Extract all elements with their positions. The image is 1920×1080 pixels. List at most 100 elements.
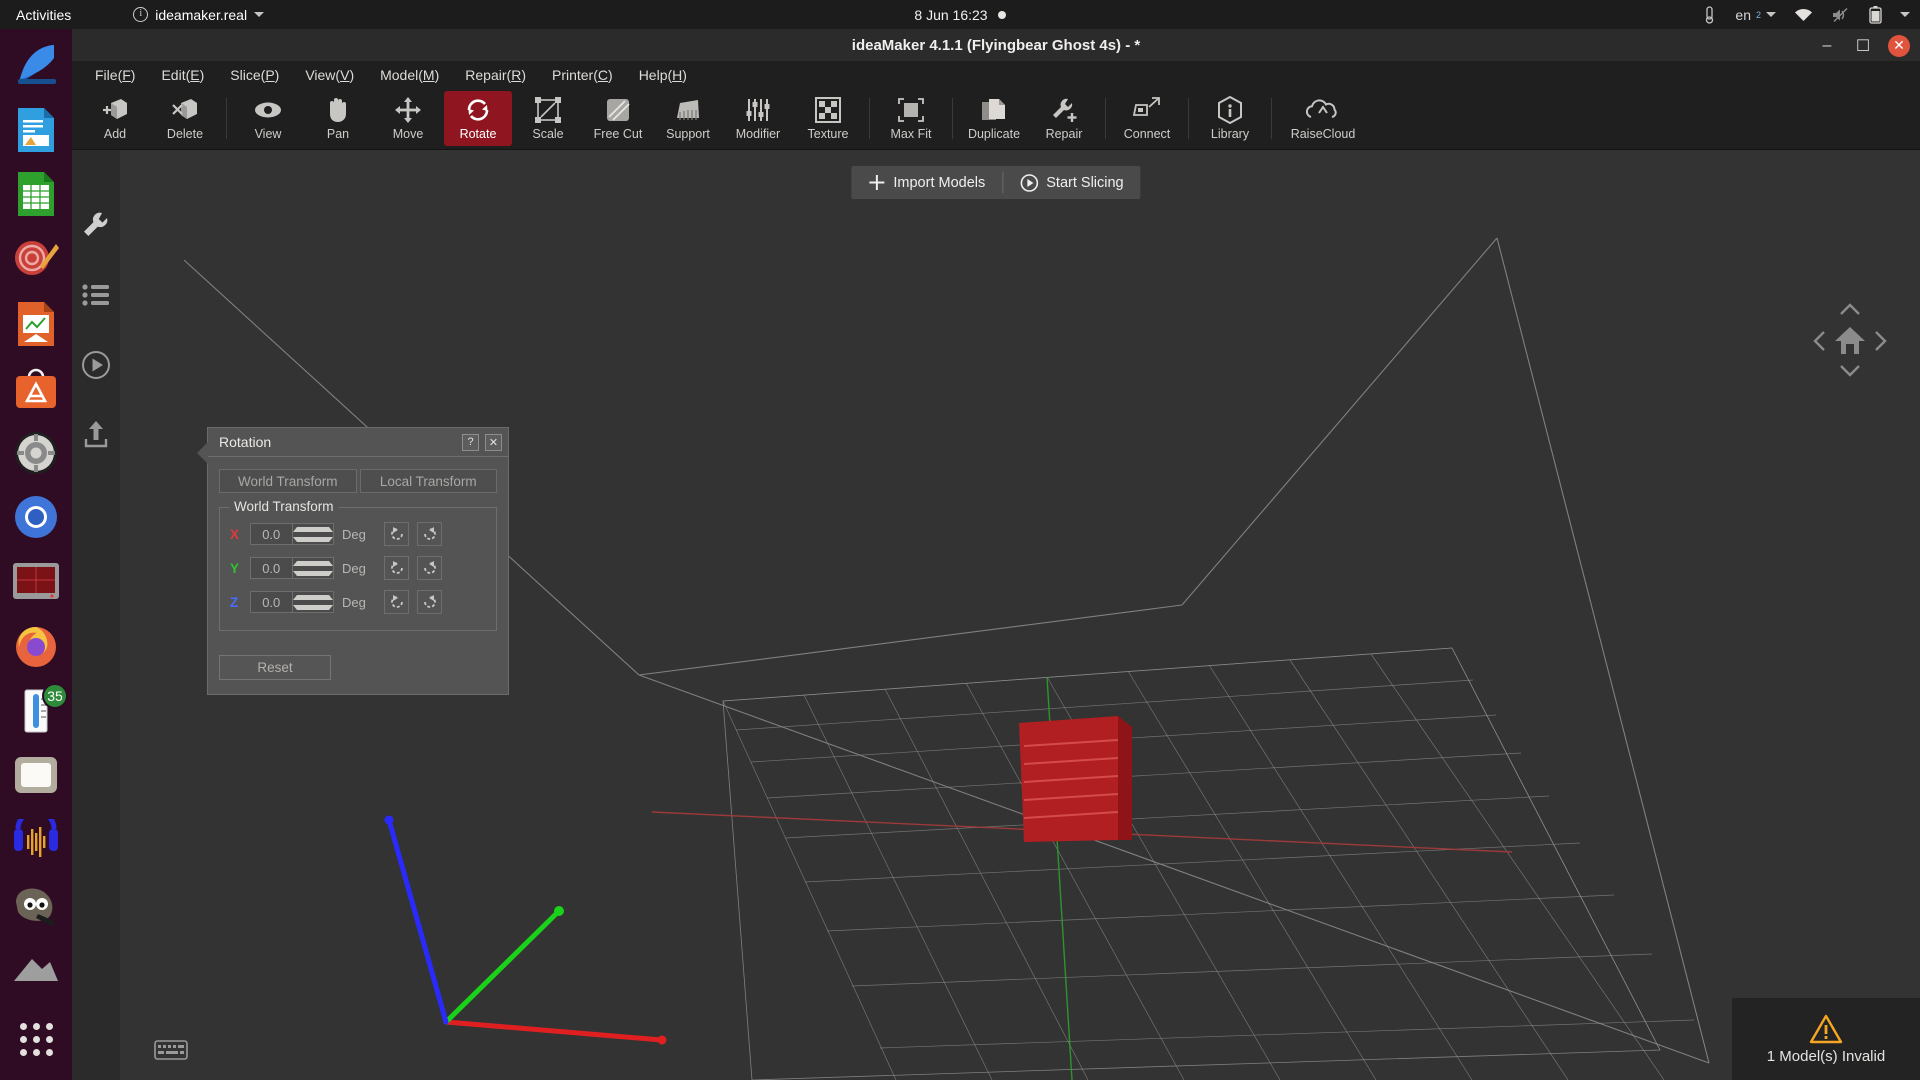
rotation-y-input[interactable]: 0.0 — [250, 557, 334, 579]
stepper-down[interactable] — [292, 568, 333, 578]
dock-item-chromium[interactable] — [10, 493, 62, 542]
tool-modifier[interactable]: Modifier — [724, 91, 792, 146]
view-right-button[interactable] — [1870, 327, 1892, 355]
rotate-x-cw-button[interactable] — [417, 522, 442, 546]
toolbar-separator — [1188, 98, 1189, 139]
dock-item-mountain-app[interactable] — [10, 945, 62, 994]
app-menu-button[interactable]: i ideamaker.real — [133, 7, 265, 23]
rotation-dialog[interactable]: Rotation ? ✕ World Transform Local Trans… — [197, 427, 509, 695]
rail-export-button[interactable] — [81, 420, 111, 450]
help-button[interactable]: ? — [462, 433, 479, 451]
view-home-button[interactable] — [1833, 322, 1867, 358]
stepper-down[interactable] — [292, 534, 333, 544]
menu-file[interactable]: File(F) — [82, 64, 148, 86]
tool-add-label: Add — [103, 127, 127, 141]
3d-viewport[interactable]: Import Models Start Slicing Rotation ? ✕… — [72, 150, 1920, 1080]
tool-pan[interactable]: Pan — [304, 91, 372, 146]
menu-printer[interactable]: Printer(C) — [539, 64, 626, 86]
invalid-model-toast[interactable]: 1 Model(s) Invalid — [1732, 998, 1920, 1080]
tool-scale-label: Scale — [532, 127, 564, 141]
dock-item-gimp[interactable] — [10, 880, 62, 929]
rotation-y-value: 0.0 — [262, 560, 281, 576]
rotate-y-ccw-button[interactable] — [384, 556, 409, 580]
rail-list-button[interactable] — [81, 280, 111, 310]
minimize-button[interactable]: – — [1816, 35, 1838, 57]
dock-item-mail-seal[interactable] — [10, 235, 62, 284]
rail-preview-button[interactable] — [81, 350, 111, 380]
tool-rotate[interactable]: Rotate — [444, 91, 512, 146]
dock-item-firefox[interactable] — [10, 622, 62, 671]
view-down-button[interactable] — [1836, 360, 1864, 382]
tool-repair[interactable]: Repair — [1030, 91, 1098, 146]
tool-duplicate[interactable]: Duplicate — [960, 91, 1028, 146]
start-slicing-button[interactable]: Start Slicing — [1003, 166, 1140, 199]
sliders-icon — [745, 96, 771, 124]
reset-button[interactable]: Reset — [219, 655, 331, 680]
tool-connect[interactable]: Connect — [1113, 91, 1181, 146]
menu-view[interactable]: View(V) — [292, 64, 367, 86]
dock-item-libreoffice-writer[interactable] — [10, 106, 62, 155]
view-up-button[interactable] — [1836, 298, 1864, 320]
tool-library[interactable]: Library — [1196, 91, 1264, 146]
tool-texture[interactable]: Texture — [794, 91, 862, 146]
dock-item-libreoffice-impress[interactable] — [10, 299, 62, 348]
dock-item-wireshark[interactable] — [10, 41, 62, 90]
menu-help-accel: H — [672, 67, 683, 83]
menu-edit[interactable]: Edit(E) — [148, 64, 217, 86]
menu-view-accel: V — [340, 67, 350, 83]
view-navigation-widget[interactable] — [1808, 298, 1892, 382]
clock-button[interactable]: 8 Jun 16:23 — [845, 7, 1075, 23]
dock-item-ubuntu-software[interactable] — [10, 364, 62, 413]
dock-item-thermometer-app[interactable]: 35 — [10, 682, 68, 736]
menu-slice[interactable]: Slice(P) — [217, 64, 292, 86]
rotation-z-stepper[interactable] — [291, 592, 333, 612]
rotate-z-ccw-button[interactable] — [384, 590, 409, 614]
keyboard-layout-button[interactable]: en 2 — [1735, 7, 1776, 23]
rotation-y-stepper[interactable] — [291, 558, 333, 578]
chevron-down-icon[interactable] — [1900, 12, 1910, 17]
dock-item-terminal-monitor[interactable] — [10, 558, 62, 607]
tab-local-transform[interactable]: Local Transform — [359, 469, 497, 493]
tool-delete[interactable]: Delete — [151, 91, 219, 146]
rotate-cw-icon — [423, 561, 436, 574]
close-icon[interactable]: ✕ — [485, 433, 502, 451]
menu-model[interactable]: Model(M) — [367, 64, 452, 86]
system-tray[interactable]: en 2 — [1702, 0, 1910, 29]
rotation-z-input[interactable]: 0.0 — [250, 591, 334, 613]
tool-max-fit[interactable]: Max Fit — [877, 91, 945, 146]
tool-add[interactable]: Add — [81, 91, 149, 146]
rotation-x-input[interactable]: 0.0 — [250, 523, 334, 545]
stepper-up[interactable] — [292, 592, 333, 602]
max-fit-icon — [897, 96, 925, 124]
keyboard-shortcuts-button[interactable] — [154, 1038, 188, 1062]
tool-raisecloud[interactable]: RaiseCloud — [1279, 91, 1367, 146]
rotation-x-stepper[interactable] — [291, 524, 333, 544]
stepper-up[interactable] — [292, 524, 333, 534]
dock-item-files[interactable] — [10, 751, 62, 800]
tool-scale[interactable]: Scale — [514, 91, 582, 146]
rotate-y-cw-button[interactable] — [417, 556, 442, 580]
clock-label: 8 Jun 16:23 — [914, 6, 988, 23]
tool-move[interactable]: Move — [374, 91, 442, 146]
tool-free-cut[interactable]: Free Cut — [584, 91, 652, 146]
dock-item-audacity[interactable] — [10, 816, 62, 865]
stepper-up[interactable] — [292, 558, 333, 568]
view-left-button[interactable] — [1808, 327, 1830, 355]
rail-tools-button[interactable] — [81, 210, 111, 240]
menu-model-label: Model — [380, 67, 419, 83]
menu-repair[interactable]: Repair(R) — [452, 64, 539, 86]
rotate-z-cw-button[interactable] — [417, 590, 442, 614]
dock-item-system-settings[interactable] — [10, 428, 62, 477]
menu-help[interactable]: Help(H) — [626, 64, 700, 86]
close-button[interactable]: ✕ — [1888, 34, 1910, 57]
import-models-button[interactable]: Import Models — [851, 166, 1002, 199]
maximize-button[interactable]: ☐ — [1852, 35, 1874, 57]
tab-world-transform[interactable]: World Transform — [219, 469, 357, 493]
show-applications-button[interactable] — [10, 1015, 62, 1064]
stepper-down[interactable] — [292, 602, 333, 612]
rotate-x-ccw-button[interactable] — [384, 522, 409, 546]
dock-item-libreoffice-calc[interactable] — [10, 170, 62, 219]
tool-support[interactable]: Support — [654, 91, 722, 146]
activities-button[interactable]: Activities — [16, 7, 71, 23]
tool-view[interactable]: View — [234, 91, 302, 146]
